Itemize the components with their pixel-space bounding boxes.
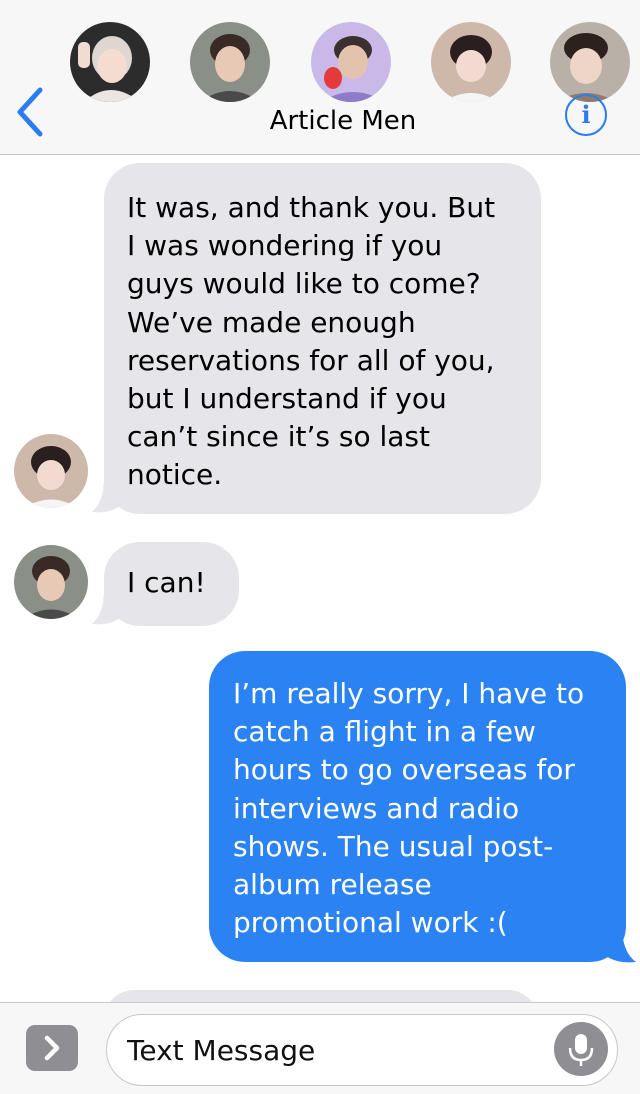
participant-avatar-2[interactable] xyxy=(190,22,270,102)
app-store-chevron-icon xyxy=(44,1035,60,1061)
message-field[interactable] xyxy=(106,1014,618,1086)
incoming-message[interactable]: I can! xyxy=(104,542,239,626)
participant-avatar-5[interactable] xyxy=(550,22,630,102)
participant-avatar-3[interactable] xyxy=(311,22,391,102)
app-drawer-button[interactable] xyxy=(26,1025,78,1071)
conversation-title: Article Men xyxy=(269,106,417,136)
participant-avatar-1[interactable] xyxy=(70,22,150,102)
sender-avatar[interactable] xyxy=(14,545,88,619)
outgoing-message[interactable]: I’m really sorry, I have to catch a flig… xyxy=(209,651,626,962)
participant-avatar-4[interactable] xyxy=(431,22,511,102)
message-text: I’m really sorry, I have to catch a flig… xyxy=(233,677,585,940)
message-text: It was, and thank you. But I was wonderi… xyxy=(127,191,496,492)
message-input[interactable] xyxy=(127,1025,547,1075)
info-icon[interactable]: i xyxy=(565,94,607,136)
message-text: I can! xyxy=(127,566,206,599)
incoming-message[interactable]: It was, and thank you. But I was wonderi… xyxy=(104,163,541,514)
microphone-icon xyxy=(568,1034,594,1066)
conversation-header: Article Men i xyxy=(0,0,640,155)
microphone-button[interactable] xyxy=(554,1022,608,1076)
message-composer xyxy=(0,1002,640,1094)
sender-avatar[interactable] xyxy=(14,434,88,508)
